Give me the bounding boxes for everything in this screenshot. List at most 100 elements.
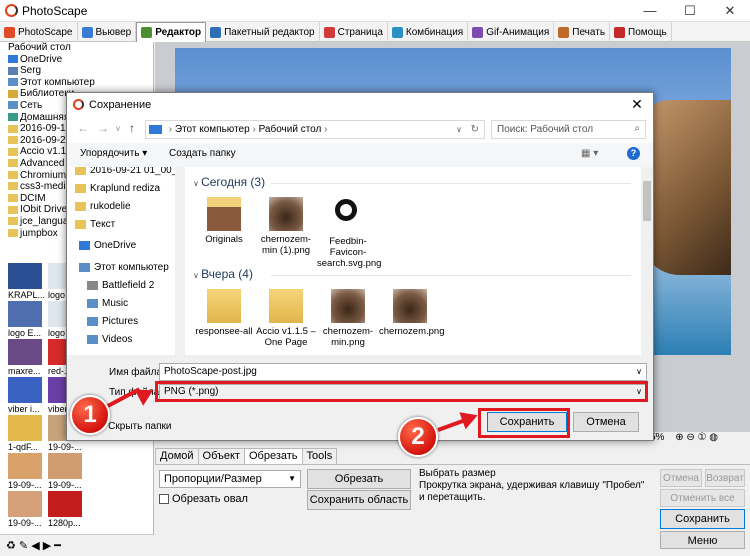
nav-item[interactable]: Этот компьютер xyxy=(79,259,169,277)
tab-7[interactable]: Печать xyxy=(554,22,611,42)
nav-item[interactable]: Текст xyxy=(75,216,115,234)
save-area-button[interactable]: Сохранить область xyxy=(307,490,411,510)
file-item[interactable]: chernozem.png xyxy=(379,289,444,337)
thumbnail[interactable] xyxy=(48,491,82,517)
folder-icon xyxy=(8,147,18,156)
tab-8[interactable]: Помощь xyxy=(610,22,672,42)
redo-button[interactable]: Возврат xyxy=(705,469,745,487)
file-item[interactable]: chernozem-min (1).png xyxy=(255,197,317,256)
thumbnail[interactable] xyxy=(8,453,42,479)
folder-icon xyxy=(8,205,18,214)
group-header[interactable]: ∨ Вчера (4) xyxy=(193,267,253,281)
tab-4[interactable]: Страница xyxy=(320,22,388,42)
photoscape-logo-icon xyxy=(5,4,18,17)
minimize-button[interactable]: — xyxy=(630,0,670,22)
save-highlight xyxy=(478,408,570,438)
close-button[interactable]: ✕ xyxy=(710,0,750,22)
maximize-button[interactable]: ☐ xyxy=(670,0,710,22)
tab-3[interactable]: Пакетный редактор xyxy=(206,22,320,42)
nav-scrollbar[interactable] xyxy=(175,167,185,355)
filename-input[interactable]: PhotoScape-post.jpg ∨ xyxy=(159,363,647,381)
step-2-badge: 2 xyxy=(398,417,438,457)
thumbnail-label: 19-09-... xyxy=(8,518,42,528)
undo-all-button[interactable]: Отменить все xyxy=(660,489,745,507)
back-arrow-icon[interactable]: ← xyxy=(77,121,89,135)
folder-icon xyxy=(8,194,18,203)
crop-mode-select[interactable]: Пропорции/Размер ▼ xyxy=(159,470,301,488)
folder-icon xyxy=(269,289,303,323)
magnifier-icon xyxy=(331,199,365,233)
dialog-cancel-button[interactable]: Отмена xyxy=(573,412,639,432)
tab-2[interactable]: Редактор xyxy=(136,22,207,42)
tab-6[interactable]: Gif-Анимация xyxy=(468,22,555,42)
thumbnail[interactable] xyxy=(8,415,42,441)
nav-item-label: Music xyxy=(102,298,129,309)
tab-label: Gif-Анимация xyxy=(486,26,550,38)
thumbnail-label: 19-09-... xyxy=(8,480,42,490)
thumbnail-tools-icon[interactable]: ♻ ✎ ◀ ▶ ━ xyxy=(6,539,61,552)
group-header[interactable]: ∨ Сегодня (3) xyxy=(193,175,265,189)
nav-item[interactable]: Battlefield 2 xyxy=(87,277,154,295)
address-bar[interactable]: › Этот компьютер › Рабочий стол › ∨ ↻ xyxy=(145,120,485,139)
undo-button[interactable]: Отмена xyxy=(660,469,702,487)
chevron-down-icon[interactable]: ∨ xyxy=(115,124,121,133)
tree-item[interactable]: OneDrive xyxy=(0,54,153,66)
thumbnail[interactable] xyxy=(8,339,42,365)
dialog-close-button[interactable]: ✕ xyxy=(627,96,647,113)
tree-item[interactable]: Этот компьютер xyxy=(0,77,153,89)
organize-button[interactable]: Упорядочить ▾ xyxy=(80,148,147,159)
tab-0[interactable]: PhotoScape xyxy=(0,22,78,42)
thumbnail[interactable] xyxy=(8,377,42,403)
tree-item-label: DCIM xyxy=(20,192,46,204)
editor-tab[interactable]: Tools xyxy=(301,448,338,464)
breadcrumb-desktop[interactable]: Рабочий стол xyxy=(259,124,322,135)
editor-tab[interactable]: Объект xyxy=(197,448,245,464)
thumbnail[interactable] xyxy=(8,263,42,289)
help-icon[interactable]: ? xyxy=(627,147,640,160)
image-thumbnail xyxy=(393,289,427,323)
nav-item[interactable]: Kraplund rediza xyxy=(75,180,160,198)
tab-5[interactable]: Комбинация xyxy=(388,22,469,42)
folder-icon xyxy=(8,170,18,179)
nav-item[interactable]: 2016-09-21 01_00_ xyxy=(75,167,177,180)
thumbnail-label: 1-qdF... xyxy=(8,442,39,452)
file-item[interactable]: Accio v1.1.5 – One Page xyxy=(255,289,317,348)
editor-tab[interactable]: Обрезать xyxy=(243,448,303,464)
up-arrow-icon[interactable]: ↑ xyxy=(129,121,135,135)
file-item[interactable]: chernozem-min.png xyxy=(317,289,379,348)
nav-item[interactable]: Music xyxy=(87,295,128,313)
menu-button[interactable]: Меню xyxy=(660,531,745,549)
file-list[interactable]: ∨ Сегодня (3) Originals chernozem-min (1).… xyxy=(185,167,653,355)
tree-item-label: 2016-09-2 xyxy=(20,134,66,146)
files-scrollbar[interactable] xyxy=(641,167,653,355)
thumbnail[interactable] xyxy=(8,301,42,327)
crop-button[interactable]: Обрезать xyxy=(307,469,411,489)
nav-item[interactable]: rukodelie xyxy=(75,198,131,216)
nav-item[interactable]: Videos xyxy=(87,331,132,349)
navigation-pane[interactable]: 2016-09-21 01_00_ Kraplund rediza rukodeli… xyxy=(67,167,185,355)
view-options-icon[interactable]: ▦ ▾ xyxy=(581,148,598,159)
tab-1[interactable]: Вьювер xyxy=(78,22,137,42)
nav-item[interactable]: Pictures xyxy=(87,313,138,331)
search-input[interactable]: Поиск: Рабочий стол ⌕ xyxy=(491,120,646,139)
zoom-icons[interactable]: ⊕ ⊖ ① ◍ xyxy=(675,432,718,443)
thumbnail[interactable] xyxy=(8,491,42,517)
forward-arrow-icon[interactable]: → xyxy=(97,121,109,135)
tree-item[interactable]: Рабочий стол xyxy=(0,42,153,54)
nav-item[interactable]: OneDrive xyxy=(79,237,136,255)
oval-checkbox[interactable]: Обрезать овал xyxy=(159,493,248,505)
editor-panel: Пропорции/Размер ▼ Обрезать Обрезать овал… xyxy=(155,464,750,556)
save-button[interactable]: Сохранить xyxy=(660,509,745,529)
file-item[interactable]: responsee-all xyxy=(193,289,255,337)
file-item[interactable]: Feedbin-Favicon-search.svg.png xyxy=(317,197,381,269)
new-folder-button[interactable]: Создать папку xyxy=(169,148,236,159)
file-item[interactable]: Originals xyxy=(193,197,255,245)
thumbnail[interactable] xyxy=(48,453,82,479)
tree-item[interactable]: Serg xyxy=(0,65,153,77)
folder-icon xyxy=(75,219,86,229)
editor-tab[interactable]: Домой xyxy=(155,448,199,464)
group-divider xyxy=(271,275,631,276)
refresh-icon[interactable]: ↻ xyxy=(471,121,479,138)
breadcrumb-computer[interactable]: Этот компьютер xyxy=(175,124,250,135)
location-icon xyxy=(87,316,98,326)
